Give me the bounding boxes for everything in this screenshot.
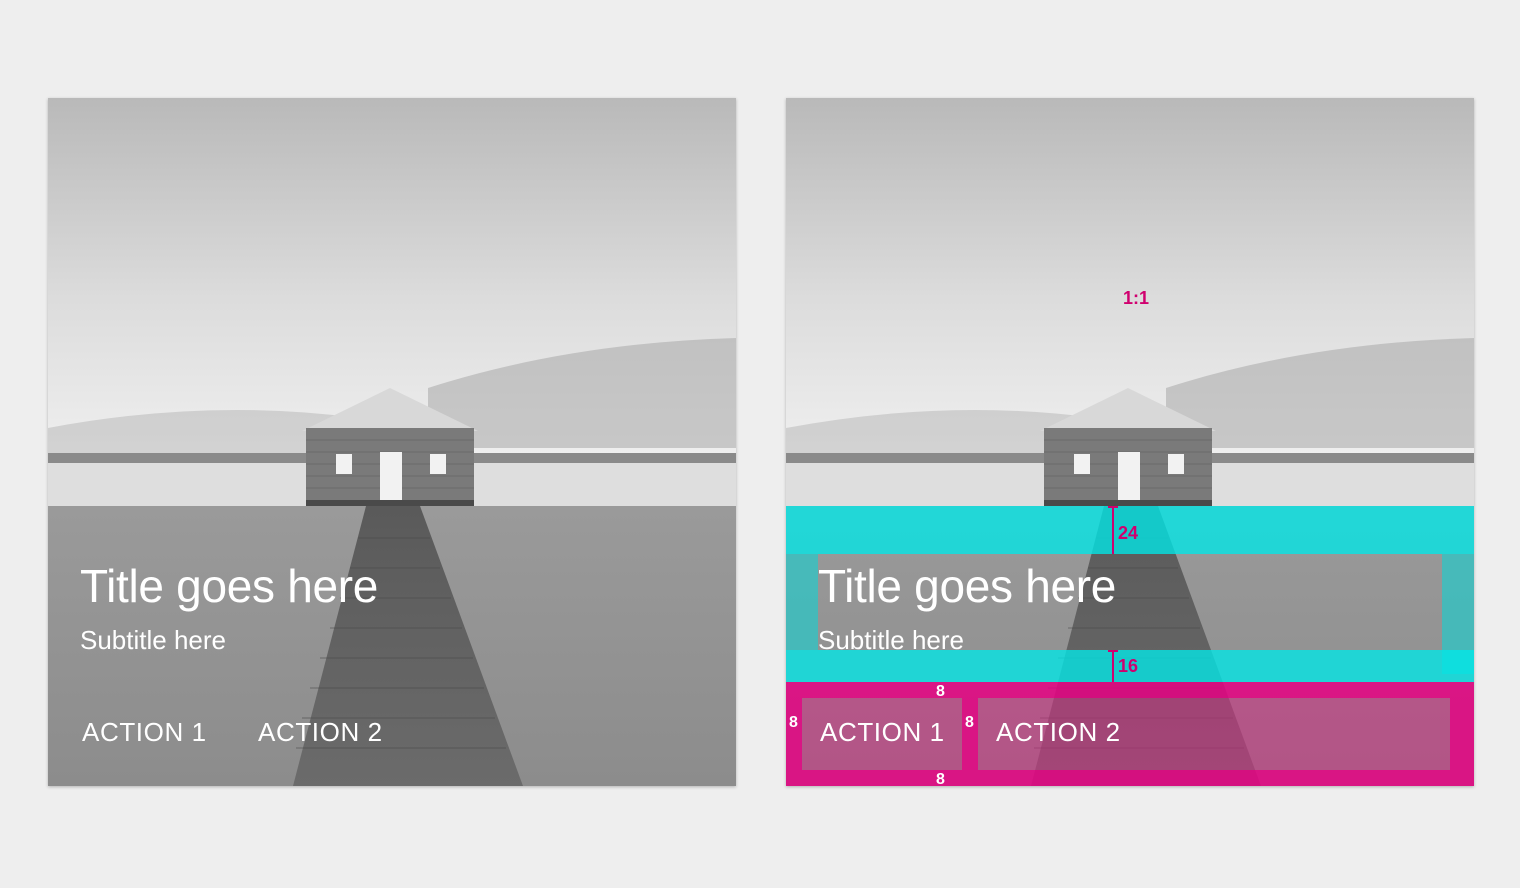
action-top-spacing-label: 8 — [936, 683, 945, 700]
card-subtitle: Subtitle here — [818, 625, 964, 655]
title-top-padding-measure — [1112, 506, 1114, 554]
media-card: Title goes here Subtitle here ACTION 1 A… — [48, 98, 736, 786]
action-gap-overlay — [962, 698, 978, 770]
card-media-image — [48, 98, 736, 786]
action-1-button[interactable]: ACTION 1 — [82, 714, 207, 750]
left-padding-overlay — [786, 554, 818, 650]
title-top-padding-label: 24 — [1118, 523, 1139, 543]
action-bottom-spacing-label: 8 — [936, 771, 945, 786]
action-padding-label: 8 — [789, 714, 798, 731]
action-top-spacing-overlay — [786, 682, 1474, 698]
text-bottom-padding-label: 16 — [1118, 656, 1139, 676]
card-title: Title goes here — [80, 560, 379, 612]
card-subtitle: Subtitle here — [80, 625, 226, 655]
action-2-button[interactable]: ACTION 2 — [996, 714, 1121, 750]
action-1-button[interactable]: ACTION 1 — [820, 714, 945, 750]
action-right-padding-overlay — [1450, 698, 1474, 770]
aspect-ratio-label: 1:1 — [1123, 288, 1150, 308]
action-left-padding-overlay — [786, 698, 802, 770]
measure-cap — [1108, 650, 1118, 652]
media-card-spec: Title goes here Subtitle here ACTION 1 A… — [786, 98, 1474, 786]
card-title: Title goes here — [818, 560, 1117, 612]
action-2-button[interactable]: ACTION 2 — [258, 714, 383, 750]
text-bottom-padding-measure — [1112, 650, 1114, 682]
action-bottom-spacing-overlay — [786, 770, 1474, 786]
action-gap-label: 8 — [965, 714, 974, 731]
measure-cap — [1108, 506, 1118, 508]
